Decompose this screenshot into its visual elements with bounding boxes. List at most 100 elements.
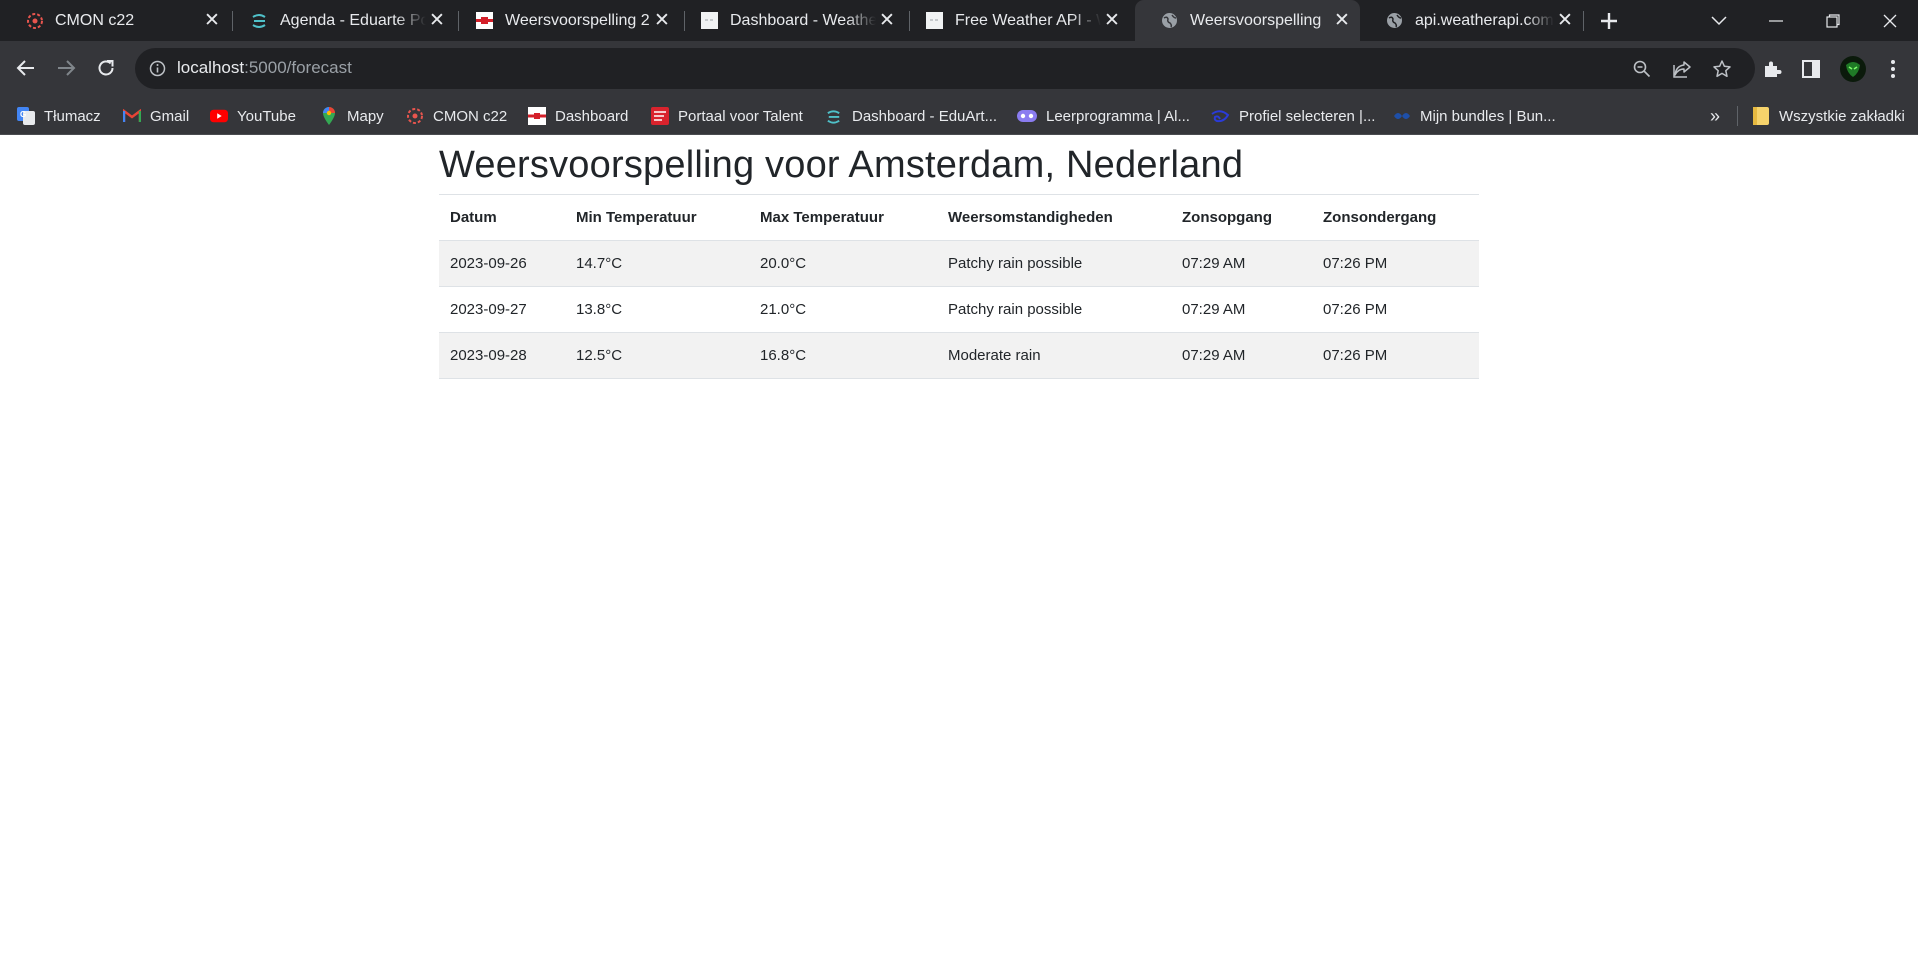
reload-button[interactable] bbox=[90, 52, 122, 84]
address-bar[interactable]: localhost:5000/forecast bbox=[135, 48, 1755, 89]
forecast-container: Weersvoorspelling voor Amsterdam, Nederl… bbox=[439, 135, 1479, 379]
bundle-icon bbox=[1393, 107, 1411, 125]
chevron-down-icon bbox=[1710, 15, 1727, 25]
bookmark-mijn-bundles[interactable]: Mijn bundles | Bun... bbox=[1393, 97, 1556, 135]
bookmark-label: Profiel selecteren |... bbox=[1239, 107, 1376, 125]
url-path: :5000/forecast bbox=[244, 58, 352, 77]
portaal-icon bbox=[651, 107, 669, 125]
tab-free-weather-api[interactable]: Free Weather API - W ✕ bbox=[900, 0, 1130, 41]
tab-agenda-eduarte[interactable]: Agenda - Eduarte Por ✕ bbox=[225, 0, 455, 41]
tab-search-button[interactable] bbox=[1690, 0, 1747, 41]
bookmark-label: Mijn bundles | Bun... bbox=[1420, 107, 1556, 125]
tab-title: api.weatherapi.com/v bbox=[1415, 11, 1554, 29]
cmon-icon bbox=[406, 107, 424, 125]
page-title: Weersvoorspelling voor Amsterdam, Nederl… bbox=[439, 144, 1244, 186]
forward-button[interactable] bbox=[50, 52, 82, 84]
more-menu-icon[interactable] bbox=[1880, 56, 1906, 82]
all-bookmarks-button[interactable]: Wszystkie zakładki bbox=[1752, 97, 1905, 135]
cell-date: 2023-09-26 bbox=[439, 240, 565, 287]
bookmark-label: Wszystkie zakładki bbox=[1779, 107, 1905, 125]
extensions-icon[interactable] bbox=[1759, 56, 1785, 82]
browser-toolbar: localhost:5000/forecast bbox=[0, 41, 1918, 97]
tab-api-weatherapi[interactable]: api.weatherapi.com/v ✕ bbox=[1360, 0, 1583, 41]
close-icon[interactable]: ✕ bbox=[201, 10, 223, 32]
restore-button[interactable] bbox=[1804, 0, 1861, 41]
cell-max-temp: 21.0°C bbox=[749, 286, 937, 333]
tab-title: Weersvoorspelling bbox=[1190, 11, 1322, 29]
page-icon bbox=[700, 11, 719, 30]
close-icon[interactable]: ✕ bbox=[1101, 10, 1123, 32]
table-header-row: Datum Min Temperatuur Max Temperatuur We… bbox=[439, 194, 1479, 241]
restore-icon bbox=[1825, 13, 1840, 28]
bookmark-profiel-selecteren[interactable]: Profiel selecteren |... bbox=[1210, 97, 1375, 135]
tab-weersvoorspelling-2[interactable]: Weersvoorspelling 2 ✕ bbox=[450, 0, 680, 41]
bookmark-leerprogramma[interactable]: Leerprogramma | Al... bbox=[1017, 97, 1190, 135]
minimize-icon bbox=[1768, 19, 1783, 22]
translate-icon: G bbox=[17, 107, 35, 125]
tab-dashboard-weather[interactable]: Dashboard - Weather ✕ bbox=[675, 0, 905, 41]
svg-text:G: G bbox=[20, 110, 26, 119]
close-icon[interactable]: ✕ bbox=[651, 10, 673, 32]
bookmark-label: Mapy bbox=[347, 107, 384, 125]
gamepad-icon bbox=[1017, 107, 1037, 125]
cell-sunset: 07:26 PM bbox=[1312, 332, 1479, 379]
reload-icon bbox=[98, 60, 114, 76]
tab-cmon[interactable]: CMON c22 ✕ bbox=[0, 0, 230, 41]
avatar[interactable] bbox=[1838, 54, 1868, 84]
star-icon[interactable] bbox=[1711, 58, 1733, 80]
bookmark-cmon[interactable]: CMON c22 bbox=[406, 97, 507, 135]
globe-icon bbox=[1160, 11, 1179, 30]
table-row: 2023-09-27 13.8°C 21.0°C Patchy rain pos… bbox=[439, 286, 1479, 333]
plus-icon bbox=[1600, 13, 1617, 29]
bookmarks-bar: G Tłumacz Gmail YouTube Mapy CMON c22 Da… bbox=[0, 97, 1918, 135]
column-header-max-temp: Max Temperatuur bbox=[749, 194, 937, 241]
back-button[interactable] bbox=[10, 52, 42, 84]
cell-min-temp: 12.5°C bbox=[565, 332, 749, 379]
bookmark-label: Tłumacz bbox=[44, 107, 101, 125]
bookmark-gmail[interactable]: Gmail bbox=[123, 97, 189, 135]
tab-weersvoorspelling[interactable]: Weersvoorspelling ✕ bbox=[1135, 0, 1360, 41]
cell-min-temp: 14.7°C bbox=[565, 240, 749, 287]
bookmark-label: Leerprogramma | Al... bbox=[1046, 107, 1190, 125]
cell-sunrise: 07:29 AM bbox=[1171, 286, 1312, 333]
close-window-button[interactable] bbox=[1861, 0, 1918, 41]
bookmark-label: CMON c22 bbox=[433, 107, 508, 125]
bookmark-youtube[interactable]: YouTube bbox=[210, 97, 296, 135]
eduarte-icon bbox=[825, 107, 843, 125]
zoom-icon[interactable] bbox=[1631, 58, 1653, 80]
column-header-datum: Datum bbox=[439, 194, 565, 241]
share-icon[interactable] bbox=[1671, 58, 1693, 80]
eduarte-icon bbox=[250, 11, 269, 30]
close-icon[interactable]: ✕ bbox=[1554, 10, 1576, 32]
cell-min-temp: 13.8°C bbox=[565, 286, 749, 333]
close-icon[interactable]: ✕ bbox=[1331, 10, 1353, 32]
tab-strip: CMON c22 ✕ Agenda - Eduarte Por ✕ Weersv… bbox=[0, 0, 1918, 41]
flag-icon bbox=[475, 11, 494, 30]
bookmark-tlumacz[interactable]: G Tłumacz bbox=[17, 97, 101, 135]
tab-title: Agenda - Eduarte Por bbox=[280, 11, 426, 29]
cell-conditions: Patchy rain possible bbox=[937, 286, 1171, 333]
bookmark-mapy[interactable]: Mapy bbox=[320, 97, 384, 135]
flag-icon bbox=[528, 107, 546, 125]
bookmarks-overflow-button[interactable]: » bbox=[1710, 97, 1720, 135]
url-text[interactable]: localhost:5000/forecast bbox=[177, 58, 352, 78]
maps-icon bbox=[320, 107, 338, 125]
bookmark-dashboard[interactable]: Dashboard bbox=[528, 97, 628, 135]
url-host: localhost bbox=[177, 58, 245, 77]
minimize-button[interactable] bbox=[1747, 0, 1804, 41]
close-icon bbox=[1883, 14, 1896, 27]
bookmark-portaal-voor-talent[interactable]: Portaal voor Talent bbox=[651, 97, 803, 135]
side-panel-icon[interactable] bbox=[1798, 56, 1824, 82]
cell-date: 2023-09-28 bbox=[439, 332, 565, 379]
close-icon[interactable]: ✕ bbox=[426, 10, 448, 32]
cmon-icon bbox=[25, 11, 44, 30]
close-icon[interactable]: ✕ bbox=[876, 10, 898, 32]
bookmark-label: Dashboard - EduArt... bbox=[852, 107, 998, 125]
new-tab-button[interactable] bbox=[1596, 9, 1621, 34]
info-icon[interactable] bbox=[149, 60, 166, 77]
bookmark-label: Portaal voor Talent bbox=[678, 107, 803, 125]
forecast-table: Datum Min Temperatuur Max Temperatuur We… bbox=[439, 194, 1479, 379]
bookmark-dashboard-eduarte[interactable]: Dashboard - EduArt... bbox=[825, 97, 997, 135]
tab-title: Free Weather API - W bbox=[955, 11, 1101, 29]
bookmark-label: Gmail bbox=[150, 107, 190, 125]
